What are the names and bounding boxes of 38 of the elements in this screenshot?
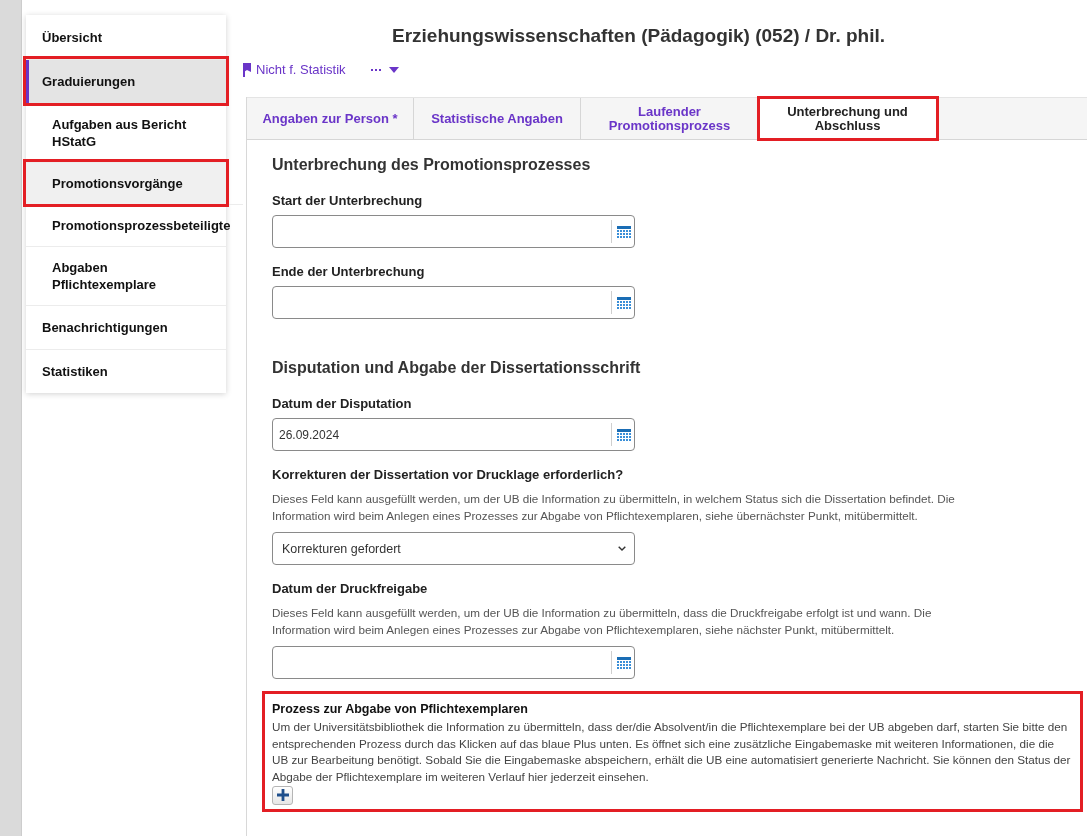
process-title: Prozess zur Abgabe von Pflichtexemplaren [272, 701, 529, 718]
page-title: Erziehungswissenschaften (Pädagogik) (052) / Dr. phil. [392, 24, 887, 48]
chevron-down-icon [618, 546, 626, 551]
date-field[interactable]: 26.09.2024 [272, 418, 635, 451]
date-field[interactable] [272, 215, 635, 248]
sidebar-item[interactable]: Übersicht [26, 15, 226, 59]
plus-icon [276, 789, 289, 802]
flag-icon [243, 63, 251, 77]
calendar-icon[interactable] [617, 657, 631, 669]
calendar-icon[interactable] [617, 429, 631, 441]
statistics-flag-link[interactable]: Nicht f. Statistik [243, 62, 346, 78]
calendar-icon[interactable] [617, 297, 631, 309]
tab[interactable]: Statistische Angaben [414, 98, 581, 139]
field-label: Ende der Unterbrechung [272, 263, 426, 280]
date-field[interactable] [272, 646, 635, 679]
field-label: Korrekturen der Dissertation vor Drucklage erforderlich? [272, 466, 625, 483]
sidebar-item[interactable]: Graduierungen [26, 59, 226, 103]
tab[interactable]: Unterbrechung und Abschluss [759, 98, 937, 139]
add-button[interactable] [272, 785, 293, 805]
help-text: Dieses Feld kann ausgefüllt werden, um der UB die Information zu übermitteln, dass die Druckfreigabe erfolgt ist und wann. Die Information wird beim Anlegen eines Prozesses zur Abgabe von Pflichtexemplaren, siehe nächster Punkt, mitübermittelt. [272, 605, 933, 638]
sidebar-item[interactable]: Abgaben Pflichtexemplare [26, 246, 226, 305]
help-text: Dieses Feld kann ausgefüllt werden, um der UB die Information zu übermitteln, in welchem Status sich die Dissertation befindet. Die Information wird beim Anlegen eines Prozesses zur Abgabe von Pflichtexemplaren, siehe übernächster Punkt, mitübermittelt. [272, 491, 956, 524]
caret-icon [388, 67, 399, 73]
sidebar-item[interactable]: Benachrichtigungen [26, 305, 226, 349]
select-field[interactable]: Korrekturen gefordert [272, 532, 635, 565]
calendar-icon[interactable] [617, 226, 631, 238]
sidebar-item[interactable]: Promotionsprozessbeteiligte [26, 204, 244, 246]
field-label: Datum der Disputation [272, 395, 413, 412]
field-label: Start der Unterbrechung [272, 192, 424, 209]
sidebar-item[interactable]: Statistiken [26, 349, 226, 393]
more-button[interactable] [370, 65, 399, 75]
process-description: Um der Universitätsbibliothek die Information zu übermitteln, dass der/die Absolvent/in die Pflichtexemplare bei der UB abgeben darf, starten Sie bitte den entsprechenden Prozess durch das Klicken auf das blaue Plus unten. Es öffnet sich eine zusätzliche Eingabemaske mit weiteren Informationen, die die UB zur Bearbeitung benötigt. Sobald Sie die Eingabemaske abspeichern, erhält die UB eine automatisiert generierte Nachricht. Sie können den Status der Abgabe der Pflichtexemplare im weiteren Verlauf hier jederzeit einsehen. [272, 719, 1072, 786]
tab[interactable]: Angaben zur Person * [247, 98, 414, 139]
section-heading: Unterbrechung des Promotionsprozesses [272, 155, 592, 175]
date-field[interactable] [272, 286, 635, 319]
section-heading: Disputation und Abgabe der Dissertationsschrift [272, 358, 642, 378]
field-label: Datum der Druckfreigabe [272, 580, 429, 597]
sidebar-item[interactable]: Promotionsvorgänge [26, 162, 226, 204]
